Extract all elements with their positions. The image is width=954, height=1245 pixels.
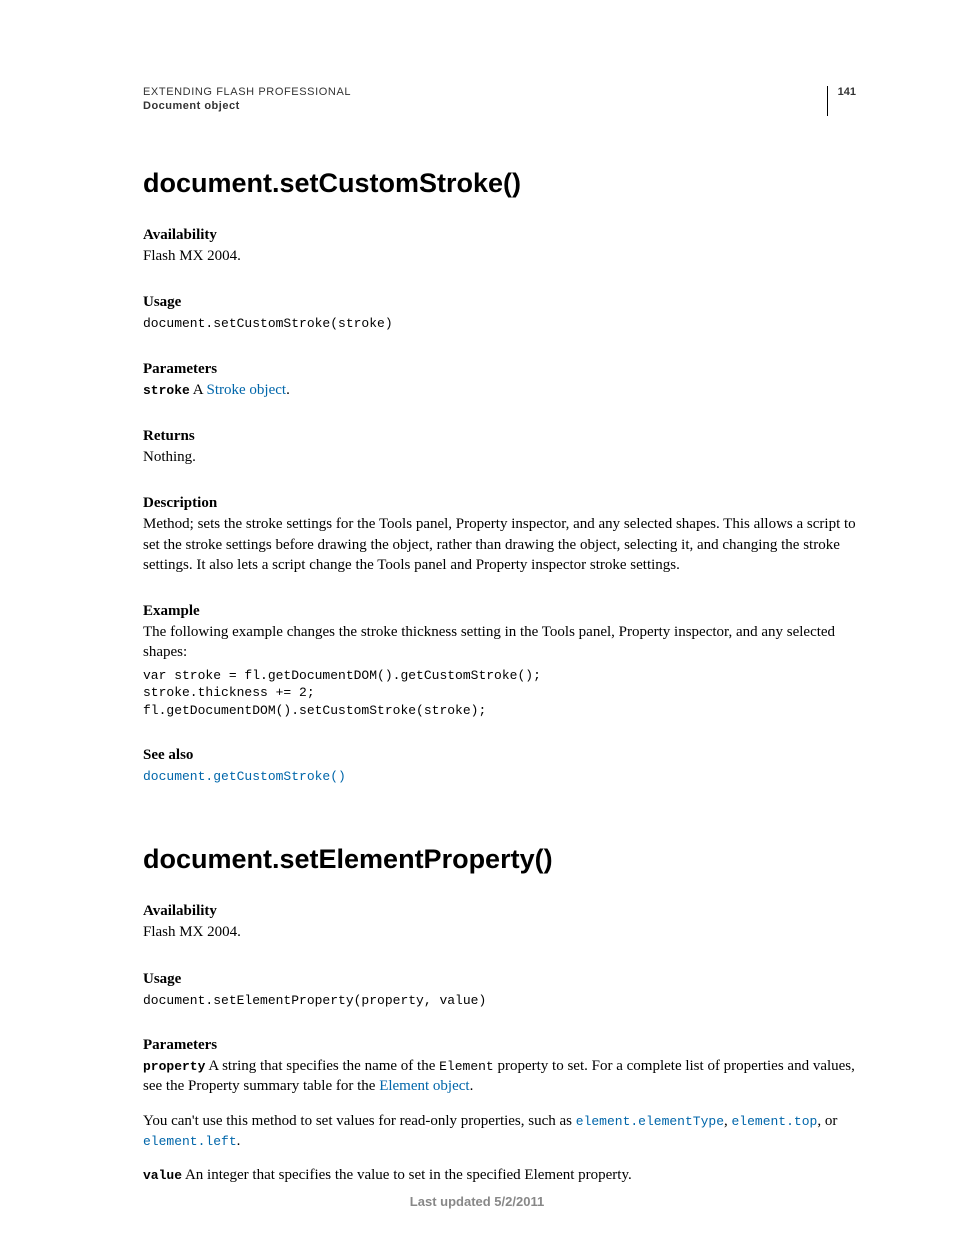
- availability-label: Availability: [143, 227, 856, 244]
- page-number-container: 141: [827, 86, 856, 116]
- usage-code: document.setCustomStroke(stroke): [143, 315, 856, 333]
- usage-label: Usage: [143, 294, 856, 311]
- availability-text-2: Flash MX 2004.: [143, 922, 856, 942]
- header-title: EXTENDING FLASH PROFESSIONAL: [143, 86, 351, 98]
- link-elementtype[interactable]: element.elementType: [576, 1114, 724, 1129]
- example-text: The following example changes the stroke…: [143, 622, 856, 663]
- link-elementleft[interactable]: element.left: [143, 1134, 237, 1149]
- link-getcustomstroke[interactable]: document.getCustomStroke(): [143, 769, 346, 784]
- param-pre: A: [190, 382, 207, 398]
- description-text: Method; sets the stroke settings for the…: [143, 514, 856, 575]
- section-heading-setelementproperty: document.setElementProperty(): [143, 844, 856, 875]
- parameters-label: Parameters: [143, 361, 856, 378]
- example-label: Example: [143, 603, 856, 620]
- usage-code-2: document.setElementProperty(property, va…: [143, 992, 856, 1010]
- page-container: EXTENDING FLASH PROFESSIONAL Document ob…: [0, 0, 954, 1245]
- link-element-object[interactable]: Element object: [379, 1078, 469, 1094]
- readonly-sep1: ,: [724, 1113, 732, 1129]
- link-stroke-object[interactable]: Stroke object: [207, 382, 287, 398]
- header-left: EXTENDING FLASH PROFESSIONAL Document ob…: [143, 86, 351, 112]
- readonly-note: You can't use this method to set values …: [143, 1111, 856, 1152]
- page-header: EXTENDING FLASH PROFESSIONAL Document ob…: [143, 86, 856, 116]
- availability-text: Flash MX 2004.: [143, 246, 856, 266]
- usage-label-2: Usage: [143, 971, 856, 988]
- param-value: value An integer that specifies the valu…: [143, 1165, 856, 1185]
- header-subtitle: Document object: [143, 100, 351, 112]
- parameters-label-2: Parameters: [143, 1037, 856, 1054]
- seealso-row: document.getCustomStroke(): [143, 766, 856, 786]
- availability-label-2: Availability: [143, 903, 856, 920]
- link-elementtop[interactable]: element.top: [732, 1114, 818, 1129]
- page-footer: Last updated 5/2/2011: [0, 1194, 954, 1209]
- param1-mono: Element: [439, 1059, 494, 1074]
- section-heading-setcustomstroke: document.setCustomStroke(): [143, 168, 856, 199]
- page-number: 141: [838, 86, 856, 98]
- returns-label: Returns: [143, 428, 856, 445]
- param-name-stroke: stroke: [143, 383, 190, 398]
- param-property: property A string that specifies the nam…: [143, 1056, 856, 1097]
- readonly-post: .: [237, 1133, 241, 1149]
- returns-text: Nothing.: [143, 447, 856, 467]
- param1-text-a: A string that specifies the name of the: [205, 1058, 439, 1074]
- param1-text-c: .: [470, 1078, 474, 1094]
- example-code: var stroke = fl.getDocumentDOM().getCust…: [143, 667, 856, 720]
- readonly-pre: You can't use this method to set values …: [143, 1113, 576, 1129]
- param-stroke: stroke A Stroke object.: [143, 380, 856, 400]
- seealso-label: See also: [143, 747, 856, 764]
- param-name-property: property: [143, 1059, 205, 1074]
- param-name-value: value: [143, 1168, 182, 1183]
- readonly-sep2: , or: [817, 1113, 837, 1129]
- param-post: .: [286, 382, 290, 398]
- param2-text: An integer that specifies the value to s…: [182, 1167, 632, 1183]
- description-label: Description: [143, 495, 856, 512]
